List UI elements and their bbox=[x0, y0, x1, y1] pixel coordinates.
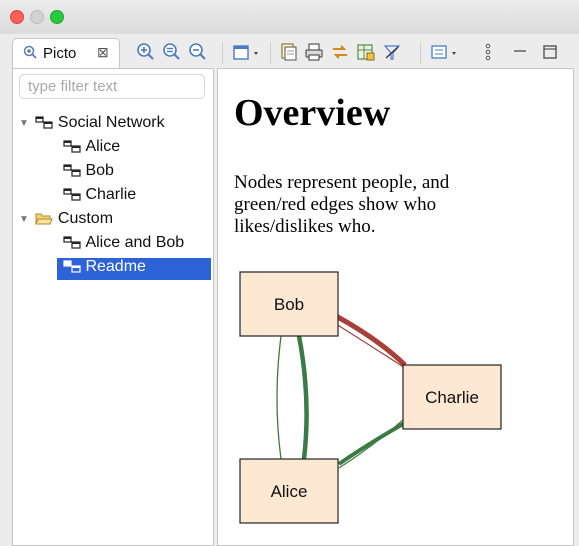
tree-item-readme[interactable]: Readme bbox=[57, 258, 211, 280]
diagram-icon bbox=[63, 163, 81, 179]
more-icon[interactable] bbox=[478, 42, 498, 62]
tree-item-label: Bob bbox=[85, 162, 114, 179]
tree-item-alice-and-bob[interactable]: Alice and Bob bbox=[63, 234, 184, 256]
node-label: Bob bbox=[274, 295, 304, 314]
node-label: Alice bbox=[271, 482, 308, 501]
node-label: Charlie bbox=[425, 388, 479, 407]
diagram-icon bbox=[63, 259, 81, 275]
social-graph: Bob Charlie Alice bbox=[239, 271, 502, 524]
export-icon[interactable] bbox=[356, 42, 376, 62]
tab-label: Picto bbox=[43, 45, 77, 62]
toolbar-separator bbox=[420, 42, 421, 64]
tree-item-label: Charlie bbox=[85, 186, 137, 203]
edge-bob-alice-like bbox=[296, 335, 309, 460]
maximize-icon[interactable] bbox=[540, 42, 560, 62]
tab-close-icon[interactable]: ⊠ bbox=[97, 44, 109, 61]
close-window-button[interactable] bbox=[10, 10, 24, 24]
tree-item-custom[interactable]: ▼ Custom bbox=[19, 210, 113, 232]
preview-panel: Overview Nodes represent people, and gre… bbox=[217, 68, 574, 546]
zoom-reset-icon[interactable] bbox=[162, 42, 182, 62]
window-dropdown-icon[interactable] bbox=[232, 42, 264, 62]
page-title: Overview bbox=[234, 92, 391, 134]
view-toolbar: Picto ⊠ bbox=[0, 34, 579, 68]
sync-icon[interactable] bbox=[330, 42, 350, 62]
minimize-icon[interactable] bbox=[510, 42, 530, 62]
tree-panel: ▼ Social Network Alice Bob Charlie ▼ Cus… bbox=[12, 68, 214, 546]
tree-item-alice[interactable]: Alice bbox=[63, 138, 120, 160]
copy-icon[interactable] bbox=[278, 42, 298, 62]
zoom-in-icon[interactable] bbox=[136, 42, 156, 62]
tree-item-label: Alice bbox=[85, 138, 121, 155]
diagram-icon bbox=[63, 235, 81, 251]
filter-icon[interactable] bbox=[382, 42, 402, 62]
graph-node-bob[interactable]: Bob bbox=[239, 271, 339, 337]
filter-input[interactable] bbox=[20, 75, 204, 98]
tree-item-label: Custom bbox=[57, 210, 114, 227]
edge-charlie-bob-dislike bbox=[335, 323, 406, 369]
diagram-icon bbox=[63, 187, 81, 203]
edge-bob-charlie-dislike bbox=[334, 313, 407, 367]
tab-picto[interactable]: Picto ⊠ bbox=[12, 38, 120, 68]
minimize-window-button[interactable] bbox=[30, 10, 44, 24]
zoom-window-button[interactable] bbox=[50, 10, 64, 24]
toolbar-separator bbox=[222, 42, 223, 64]
toolbar-separator bbox=[270, 42, 271, 64]
zoom-out-icon[interactable] bbox=[188, 42, 208, 62]
diagram-icon bbox=[63, 139, 81, 155]
window-titlebar bbox=[0, 0, 579, 35]
expand-arrow-icon[interactable]: ▼ bbox=[19, 214, 31, 225]
tree-item-charlie[interactable]: Charlie bbox=[63, 186, 136, 208]
tree-item-social-network[interactable]: ▼ Social Network bbox=[19, 114, 165, 136]
folder-open-icon bbox=[35, 211, 54, 227]
edge-charlie-alice-like bbox=[337, 422, 404, 466]
graph-node-charlie[interactable]: Charlie bbox=[402, 364, 502, 430]
tree-item-label: Social Network bbox=[57, 114, 165, 131]
description-text: Nodes represent people, and green/red ed… bbox=[234, 172, 450, 237]
filter-field[interactable] bbox=[19, 74, 205, 99]
tree-item-bob[interactable]: Bob bbox=[63, 162, 114, 184]
print-icon[interactable] bbox=[304, 42, 324, 62]
edge-alice-bob-like bbox=[276, 335, 282, 460]
expand-arrow-icon[interactable]: ▼ bbox=[19, 118, 31, 129]
tree-item-label: Readme bbox=[85, 258, 146, 275]
diagram-icon bbox=[35, 115, 54, 131]
picto-view-icon bbox=[23, 45, 37, 59]
graph-node-alice[interactable]: Alice bbox=[239, 458, 339, 524]
view-menu-icon[interactable] bbox=[430, 42, 462, 62]
tree-item-label: Alice and Bob bbox=[85, 234, 185, 251]
